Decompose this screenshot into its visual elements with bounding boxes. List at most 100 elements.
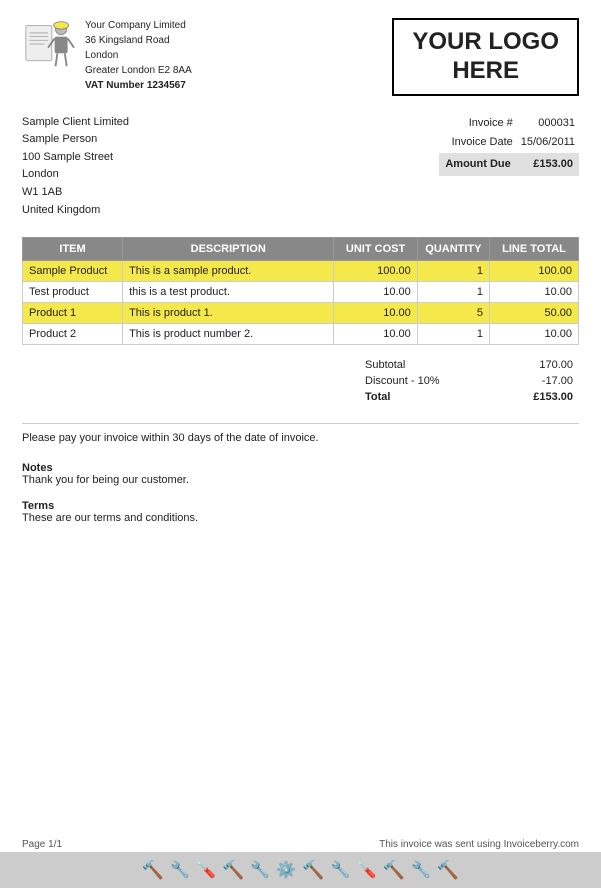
page-number: Page 1/1 <box>22 839 62 850</box>
row-line-total: 10.00 <box>490 324 579 345</box>
vat-number: 1234567 <box>147 80 186 91</box>
total-value: £153.00 <box>497 389 579 405</box>
row-unit-cost: 100.00 <box>334 261 417 282</box>
row-description: This is product number 2. <box>123 324 334 345</box>
row-quantity: 1 <box>417 324 489 345</box>
client-country: United Kingdom <box>22 202 129 220</box>
row-item: Product 1 <box>23 303 123 324</box>
invoice-date-row: Invoice Date 15/06/2011 <box>439 133 579 153</box>
row-unit-cost: 10.00 <box>334 282 417 303</box>
row-line-total: 100.00 <box>490 261 579 282</box>
client-company: Sample Client Limited <box>22 114 129 132</box>
invoice-page: Your Company Limited 36 Kingsland Road L… <box>0 0 601 888</box>
invoice-header: Your Company Limited 36 Kingsland Road L… <box>22 18 579 96</box>
terms-label: Terms <box>22 500 579 512</box>
invoice-number-value: 000031 <box>517 114 579 134</box>
row-line-total: 10.00 <box>490 282 579 303</box>
discount-value: -17.00 <box>497 373 579 389</box>
notes-section: Notes Thank you for being our customer. <box>22 462 579 486</box>
billing-section: Sample Client Limited Sample Person 100 … <box>22 114 579 220</box>
row-unit-cost: 10.00 <box>334 303 417 324</box>
notes-text: Thank you for being our customer. <box>22 474 579 486</box>
amount-due-value: £153.00 <box>517 153 579 177</box>
company-address1: 36 Kingsland Road <box>85 33 192 48</box>
total-label: Total <box>359 389 497 405</box>
company-address3: Greater London E2 8AA <box>85 63 192 78</box>
notes-label: Notes <box>22 462 579 474</box>
totals-table: Subtotal 170.00 Discount - 10% -17.00 To… <box>359 357 579 405</box>
logo-line1: YOUR LOGO <box>412 28 559 57</box>
client-postcode: W1 1AB <box>22 184 129 202</box>
company-name: Your Company Limited <box>85 18 192 33</box>
row-description: This is product 1. <box>123 303 334 324</box>
logo-box: YOUR LOGO HERE <box>392 18 579 96</box>
invoice-meta: Invoice # 000031 Invoice Date 15/06/2011… <box>359 114 579 220</box>
row-line-total: 50.00 <box>490 303 579 324</box>
company-vat: VAT Number 1234567 <box>85 78 192 93</box>
powered-by: This invoice was sent using Invoiceberry… <box>379 839 579 850</box>
tool-icon-12: 🔨 <box>437 860 459 881</box>
total-row: Total £153.00 <box>359 389 579 405</box>
footer-tools-bar: 🔨 🔧 🪛 🔨 🔧 ⚙️ 🔨 🔧 🪛 🔨 🔧 🔨 <box>0 852 601 888</box>
table-row: Test product this is a test product. 10.… <box>23 282 579 303</box>
invoice-date-label: Invoice Date <box>439 133 516 153</box>
company-text: Your Company Limited 36 Kingsland Road L… <box>85 18 192 93</box>
invoice-number-label: Invoice # <box>439 114 516 134</box>
discount-row: Discount - 10% -17.00 <box>359 373 579 389</box>
row-item: Sample Product <box>23 261 123 282</box>
row-item: Product 2 <box>23 324 123 345</box>
company-info: Your Company Limited 36 Kingsland Road L… <box>22 18 192 93</box>
payment-note-text: Please pay your invoice within 30 days o… <box>22 432 319 444</box>
table-header: ITEM DESCRIPTION UNIT COST QUANTITY LINE… <box>23 238 579 261</box>
worker-icon <box>22 18 77 83</box>
subtotal-value: 170.00 <box>497 357 579 373</box>
row-description: this is a test product. <box>123 282 334 303</box>
client-info: Sample Client Limited Sample Person 100 … <box>22 114 129 220</box>
tool-icon-2: 🔧 <box>170 860 190 880</box>
header-description: DESCRIPTION <box>123 238 334 261</box>
header-line-total: LINE TOTAL <box>490 238 579 261</box>
tool-icon-1: 🔨 <box>142 860 164 881</box>
tool-icon-8: 🔧 <box>331 860 351 880</box>
table-body: Sample Product This is a sample product.… <box>23 261 579 345</box>
row-quantity: 1 <box>417 261 489 282</box>
header-item: ITEM <box>23 238 123 261</box>
tool-icon-6: ⚙️ <box>276 860 296 880</box>
page-footer: Page 1/1 This invoice was sent using Inv… <box>0 839 601 850</box>
row-description: This is a sample product. <box>123 261 334 282</box>
tool-icon-11: 🔧 <box>411 860 431 880</box>
tool-icon-5: 🔧 <box>250 860 270 880</box>
invoice-number-row: Invoice # 000031 <box>439 114 579 134</box>
terms-text: These are our terms and conditions. <box>22 512 579 524</box>
discount-label: Discount - 10% <box>359 373 497 389</box>
header-quantity: QUANTITY <box>417 238 489 261</box>
subtotal-row: Subtotal 170.00 <box>359 357 579 373</box>
table-row: Product 1 This is product 1. 10.00 5 50.… <box>23 303 579 324</box>
row-quantity: 5 <box>417 303 489 324</box>
client-person: Sample Person <box>22 131 129 149</box>
items-table: ITEM DESCRIPTION UNIT COST QUANTITY LINE… <box>22 237 579 345</box>
table-row: Product 2 This is product number 2. 10.0… <box>23 324 579 345</box>
logo-line2: HERE <box>412 57 559 86</box>
row-quantity: 1 <box>417 282 489 303</box>
subtotal-label: Subtotal <box>359 357 497 373</box>
vat-label: VAT Number <box>85 80 144 91</box>
totals-section: Subtotal 170.00 Discount - 10% -17.00 To… <box>22 357 579 405</box>
client-address2: London <box>22 166 129 184</box>
tool-icon-7: 🔨 <box>302 860 324 881</box>
tool-icon-10: 🔨 <box>383 860 405 881</box>
tool-icon-4: 🔨 <box>222 860 244 881</box>
payment-note: Please pay your invoice within 30 days o… <box>22 423 579 444</box>
header-unit-cost: UNIT COST <box>334 238 417 261</box>
invoice-date-value: 15/06/2011 <box>517 133 579 153</box>
row-item: Test product <box>23 282 123 303</box>
table-row: Sample Product This is a sample product.… <box>23 261 579 282</box>
terms-section: Terms These are our terms and conditions… <box>22 500 579 524</box>
amount-due-row: Amount Due £153.00 <box>439 153 579 177</box>
row-unit-cost: 10.00 <box>334 324 417 345</box>
tool-icon-3: 🪛 <box>196 860 216 880</box>
client-address1: 100 Sample Street <box>22 149 129 167</box>
company-address2: London <box>85 48 192 63</box>
tool-icon-9: 🪛 <box>357 860 377 880</box>
amount-due-label: Amount Due <box>439 153 516 177</box>
